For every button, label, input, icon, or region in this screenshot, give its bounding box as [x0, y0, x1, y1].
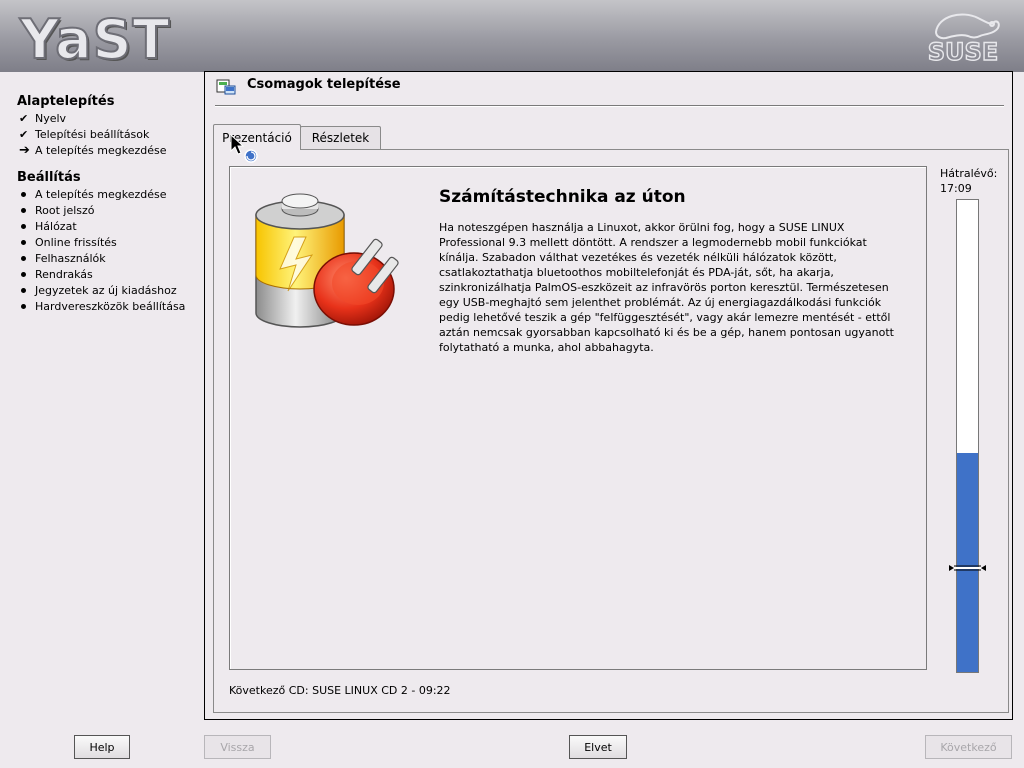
checkmark-icon: ✔	[19, 111, 29, 125]
tab-details[interactable]: Részletek	[300, 126, 381, 149]
yast-logo: YaST	[19, 7, 171, 72]
step-users: Felhasználók	[19, 250, 106, 266]
step-hardware-config: Hardvereszközök beállítása	[19, 298, 185, 314]
slide-box: Számítástechnika az úton Ha noteszgépen …	[229, 166, 927, 670]
bullet-icon	[21, 287, 26, 293]
bullet-icon	[21, 207, 26, 213]
remaining-label: Hátralévő:	[940, 167, 998, 180]
step-release-notes: Jegyzetek az új kiadáshoz	[19, 282, 177, 298]
step-language: ✔ Nyelv	[19, 110, 66, 126]
step-label: Rendrakás	[35, 267, 93, 281]
step-online-update: Online frissítés	[19, 234, 117, 250]
step-label: Jegyzetek az új kiadáshoz	[35, 283, 177, 297]
remaining-time: Hátralévő: 17:09	[940, 166, 997, 196]
step-network: Hálózat	[19, 218, 77, 234]
slide-text: Ha noteszgépen használja a Linuxot, akko…	[439, 221, 894, 354]
step-label: A telepítés megkezdése	[35, 143, 167, 157]
sidebar: Alaptelepítés ✔ Nyelv ✔ Telepítési beáll…	[0, 72, 200, 722]
content-frame: Csomagok telepítése Prezentáció Részlete…	[204, 71, 1013, 720]
checkmark-icon: ✔	[19, 127, 29, 141]
bullet-icon	[21, 303, 26, 309]
step-label: Online frissítés	[35, 235, 117, 249]
bullet-icon	[21, 223, 26, 229]
step-label: Nyelv	[35, 111, 67, 125]
step-root-password: Root jelszó	[19, 202, 95, 218]
step-start-install-current: ➔ A telepítés megkezdése	[19, 142, 167, 158]
title-divider	[215, 105, 1004, 107]
app-header: YaST SUSE	[0, 0, 1024, 72]
step-label: Felhasználók	[35, 251, 106, 265]
battery-plug-icon	[255, 193, 399, 328]
bullet-icon	[21, 191, 26, 197]
remaining-value: 17:09	[940, 182, 972, 195]
step-label: Hálózat	[35, 219, 77, 233]
tab-label: Részletek	[311, 131, 370, 145]
progress-fill	[957, 452, 978, 672]
bullet-icon	[21, 271, 26, 277]
step-label: Root jelszó	[35, 203, 95, 217]
abort-button[interactable]: Elvet	[569, 735, 627, 759]
step-cleanup: Rendrakás	[19, 266, 93, 282]
step-label: Hardvereszközök beállítása	[35, 299, 186, 313]
step-start-install: A telepítés megkezdése	[19, 186, 167, 202]
section-title-basic: Alaptelepítés	[17, 94, 115, 109]
bullet-icon	[21, 255, 26, 261]
cd-change-marker	[949, 565, 986, 572]
mouse-cursor-icon	[230, 134, 258, 163]
step-label: A telepítés megkezdése	[35, 187, 167, 201]
suse-logo-text: SUSE	[928, 38, 998, 66]
slide-heading: Számítástechnika az úton	[439, 187, 686, 207]
bullet-icon	[21, 239, 26, 245]
back-button[interactable]: Vissza	[204, 735, 271, 759]
step-install-settings: ✔ Telepítési beállítások	[19, 126, 149, 142]
next-button[interactable]: Következő	[925, 735, 1012, 759]
package-install-icon	[216, 79, 236, 95]
next-cd-label: Következő CD: SUSE LINUX CD 2 - 09:22	[229, 684, 451, 697]
suse-logo: SUSE	[927, 13, 1000, 66]
progress-bar	[949, 199, 986, 673]
arrow-right-icon: ➔	[19, 142, 30, 158]
section-title-config: Beállítás	[17, 170, 81, 185]
tab-panel: Számítástechnika az úton Ha noteszgépen …	[213, 149, 1009, 713]
step-label: Telepítési beállítások	[35, 127, 150, 141]
help-button[interactable]: Help	[74, 735, 130, 759]
page-title: Csomagok telepítése	[247, 77, 401, 92]
